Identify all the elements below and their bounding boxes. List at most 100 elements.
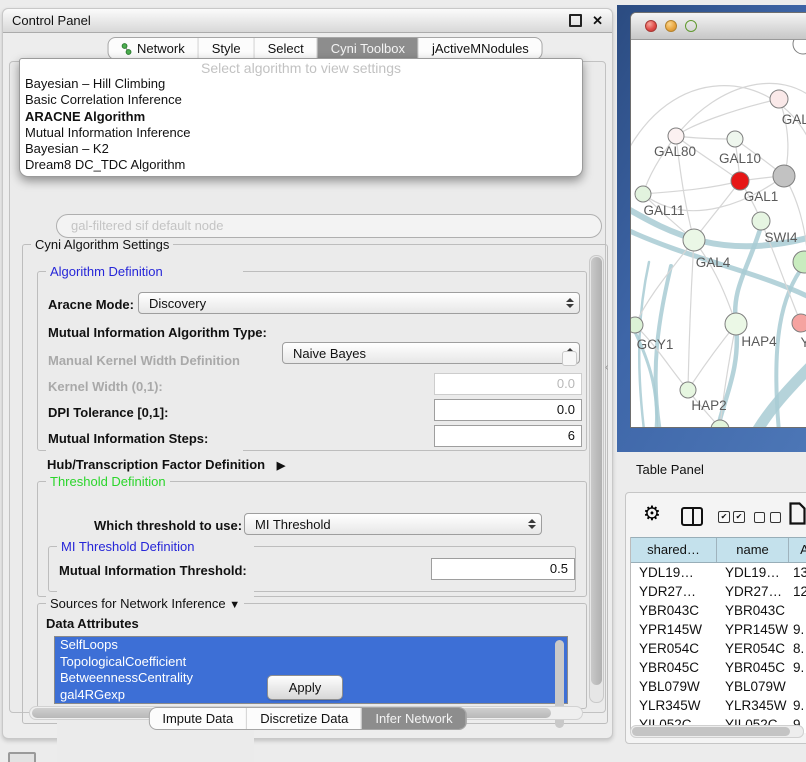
bottom-tabbar: Impute DataDiscretize DataInfer Network [148,707,466,730]
which-threshold-value: MI Threshold [255,517,331,532]
settings-vertical-scrollbar[interactable] [589,255,604,703]
table-row[interactable]: YER054CYER054C8. [631,639,806,658]
cyni-settings-legend: Cyni Algorithm Settings [31,237,173,252]
table-row[interactable]: YBR045CYBR045C9. [631,658,806,677]
algorithm-option[interactable]: Bayesian – Hill Climbing [20,76,582,92]
tab-discretize-data[interactable]: Discretize Data [246,708,361,729]
column-header[interactable]: shared… [631,538,717,562]
splitter-handle-icon[interactable]: ‹ [605,362,608,373]
collapse-down-icon: ▼ [229,599,240,611]
table-header-row: shared…nameA [631,537,806,563]
node-label: GAL8 [782,112,806,127]
network-edge[interactable] [676,99,779,136]
network-node[interactable] [793,40,806,54]
attribute-item[interactable]: TopologicalCoefficient [55,654,567,671]
table-row[interactable]: YDR27…YDR27…12 [631,582,806,601]
network-icon [121,43,132,55]
table-row[interactable]: YBL079WYBL079W [631,677,806,696]
checked-box-icon: ✔ [718,511,730,523]
checked-box-icon: ✔ [733,511,745,523]
node-label: GAL80 [654,144,696,159]
table-row[interactable]: YPR145WYPR145W9. [631,620,806,639]
network-edge[interactable] [643,181,740,194]
network-node-gal80[interactable] [668,128,684,144]
select-all-checks-icon[interactable]: ✔ ✔ [718,511,745,523]
close-traffic-light[interactable] [645,20,657,32]
table-horizontal-scrollbar[interactable] [630,725,804,738]
node-label: HAP2 [691,398,726,413]
scrollbar-thumb[interactable] [632,727,790,736]
network-node-swi4[interactable] [752,212,770,230]
algorithm-option[interactable]: Bayesian – K2 [20,141,582,157]
deselect-all-checks-icon[interactable] [754,512,781,523]
dpi-tolerance-field[interactable]: 0.0 [434,399,582,421]
table-row[interactable]: YDL19…YDL19…13 [631,563,806,582]
collapsed-panel-icon[interactable] [8,752,36,762]
attribute-item[interactable]: SelfLoops [55,637,567,654]
network-node[interactable] [773,165,795,187]
column-header[interactable]: name [717,538,789,562]
column-selector-icon[interactable] [681,507,703,526]
kernel-width-field[interactable]: 0.0 [434,373,582,395]
network-node-gal8[interactable] [770,90,788,108]
tab-jactivemnodules[interactable]: jActiveMNodules [418,38,542,59]
node-label: GAL4 [696,255,731,270]
tab-style[interactable]: Style [198,38,254,59]
combo-stepper-icon [528,514,536,534]
network-node-hap4[interactable] [725,313,747,335]
table-row[interactable]: YBR043CYBR043C [631,601,806,620]
algorithm-option[interactable]: Mutual Information Inference [20,125,582,141]
network-edge[interactable] [635,325,688,390]
network-node-y[interactable] [792,314,806,332]
network-node-gal1[interactable] [731,172,749,190]
mi-threshold-field[interactable]: 0.5 [431,558,575,580]
mi-steps-field[interactable]: 6 [434,425,582,447]
hub-definition-toggle[interactable]: Hub/Transcription Factor Definition ▶ [47,457,285,472]
network-edge[interactable] [688,324,736,390]
network-canvas[interactable]: GAL8GAL80GAL10GAL1GAL11SWI4GAL4GCY1HAP4Y… [631,40,806,427]
manual-kernel-checkbox[interactable] [562,351,577,366]
tab-impute-data[interactable]: Impute Data [149,708,246,729]
network-edge[interactable] [694,240,736,324]
tab-network[interactable]: Network [108,38,198,59]
gear-icon[interactable]: ⚙ [643,504,661,524]
tab-label: Select [268,38,304,59]
algorithm-option[interactable]: ARACNE Algorithm [20,109,582,125]
threshold-definition-group: Threshold Definition Which threshold to … [37,481,587,597]
cell-name: YLR345W [717,696,789,715]
network-edge[interactable] [688,240,694,390]
sources-legend[interactable]: Sources for Network Inference ▼ [46,596,244,613]
mi-threshold-group: MI Threshold Definition Mutual Informati… [48,546,576,592]
float-window-icon[interactable] [569,14,582,27]
new-document-icon[interactable] [789,502,806,530]
tab-cyni-toolbox[interactable]: Cyni Toolbox [317,38,418,59]
tab-select[interactable]: Select [254,38,317,59]
column-header[interactable]: A [789,538,806,562]
which-threshold-combo[interactable]: MI Threshold [244,513,542,535]
algorithm-option[interactable]: Basic Correlation Inference [20,92,582,108]
zoom-traffic-light[interactable] [685,20,697,32]
tab-infer-network[interactable]: Infer Network [361,708,465,729]
network-select-combo[interactable]: gal-filtered sif default node [56,214,602,238]
minimize-traffic-light[interactable] [665,20,677,32]
network-edge[interactable] [676,136,735,139]
control-panel-title: Control Panel [12,13,91,28]
scrollbar-thumb[interactable] [591,257,602,685]
mi-type-combo[interactable]: Naive Bayes [282,342,580,364]
network-node-gal4[interactable] [683,229,705,251]
network-node-gcy1[interactable] [631,317,643,333]
aracne-mode-combo[interactable]: Discovery [138,292,580,314]
network-node-gal10[interactable] [727,131,743,147]
node-table: shared…nameA YDL19…YDL19…13YDR27…YDR27…1… [630,537,806,733]
algorithm-option[interactable]: Dream8 DC_TDC Algorithm [20,157,582,173]
cell-name: YDR27… [717,582,789,601]
network-node-hap2[interactable] [680,382,696,398]
mi-type-label: Mutual Information Algorithm Type: [48,325,267,340]
cell-shared-name: YBR045C [631,658,717,677]
apply-button[interactable]: Apply [267,675,343,700]
network-node-gal11[interactable] [635,186,651,202]
table-row[interactable]: YLR345WYLR345W9. [631,696,806,715]
network-node[interactable] [793,251,806,273]
close-icon[interactable]: ✕ [592,14,603,27]
network-window-titlebar [631,13,806,40]
